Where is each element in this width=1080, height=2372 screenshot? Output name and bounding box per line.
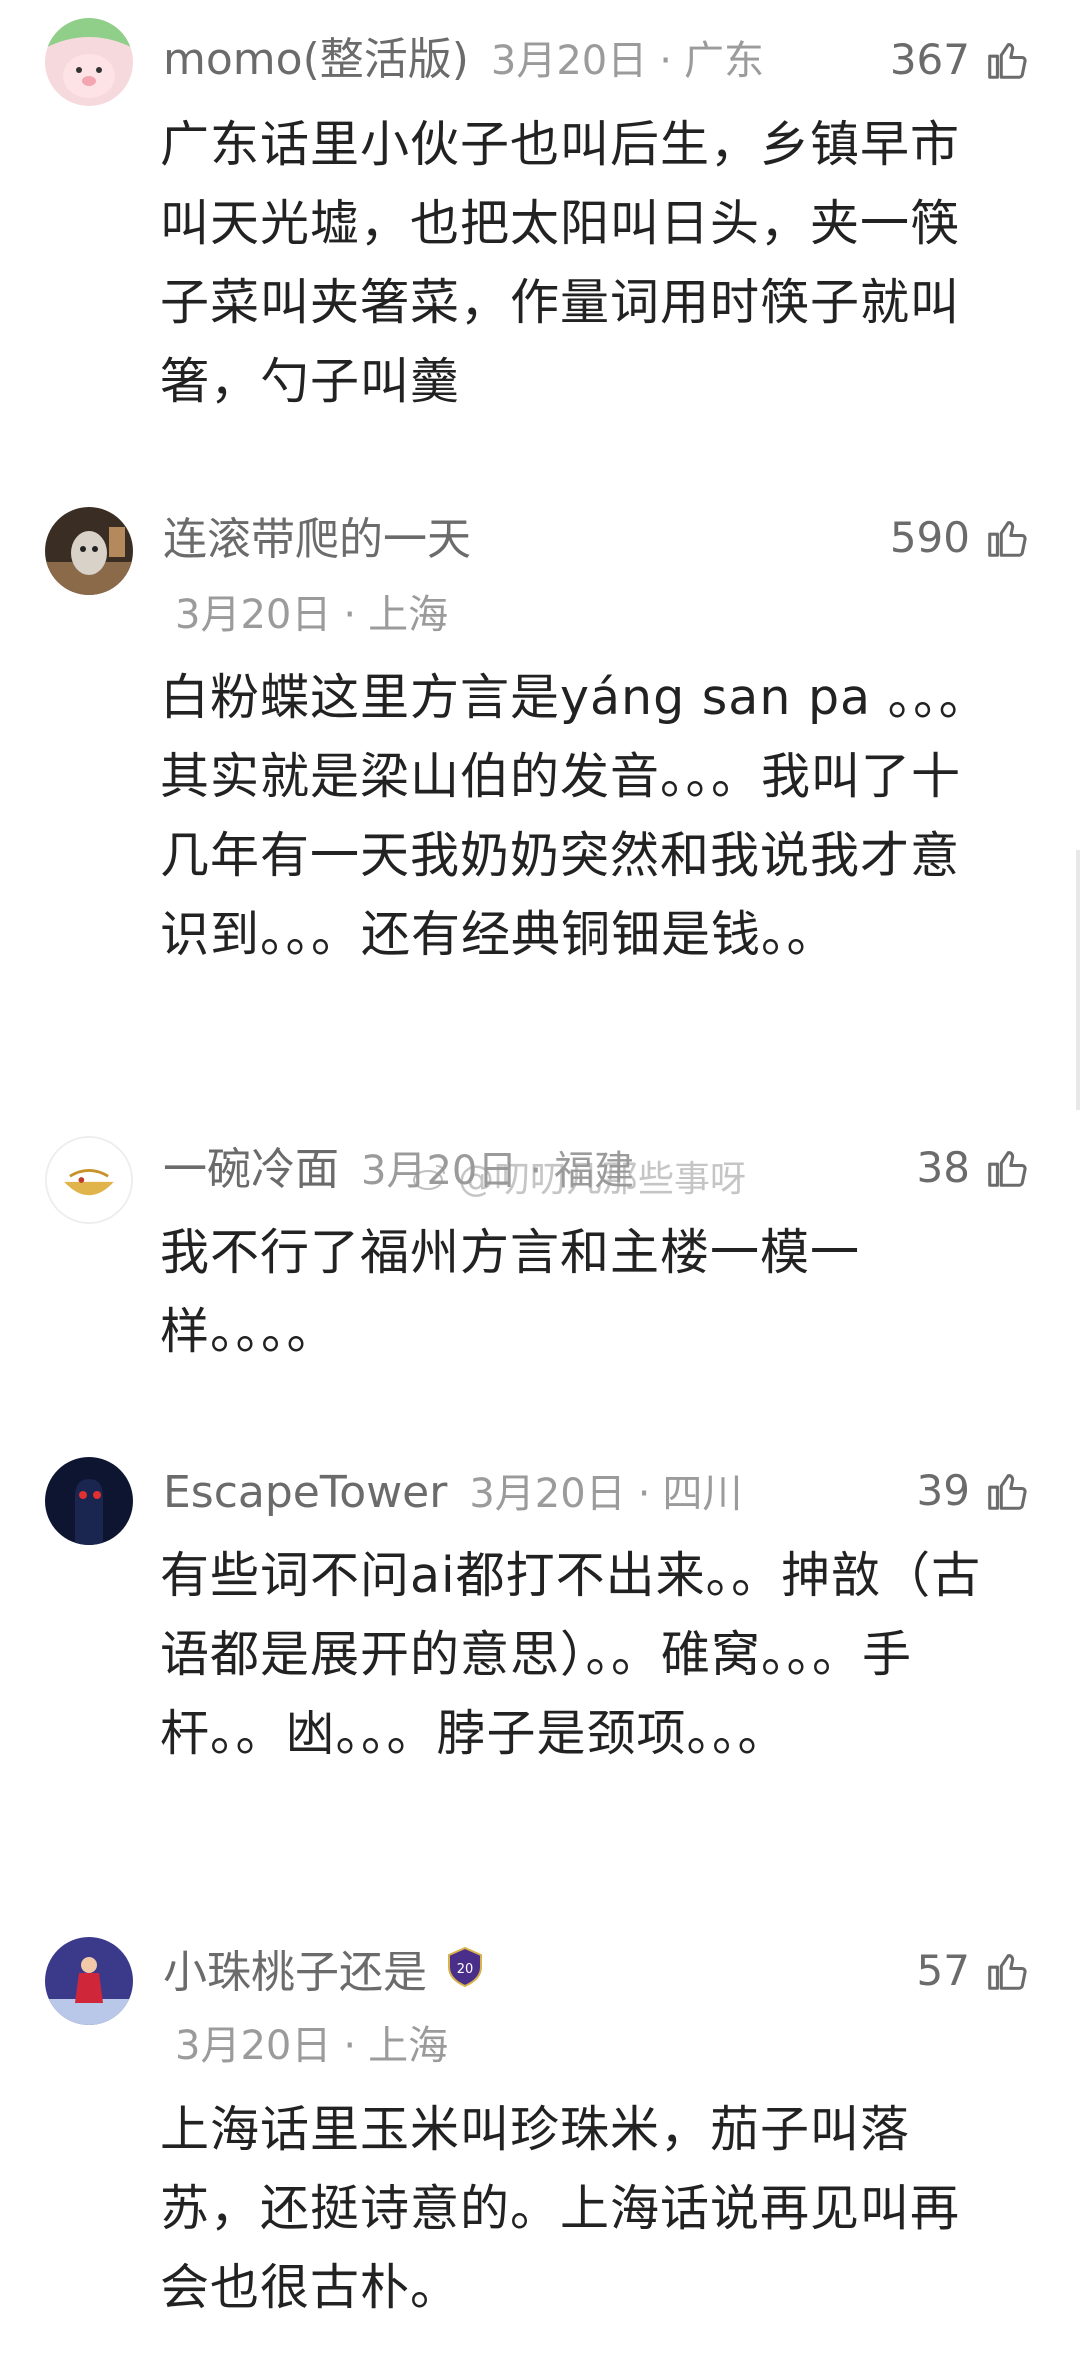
comment-header: momo(整活版) 3月20日 · 广东 [163, 30, 764, 90]
avatar-figure-icon [45, 1457, 133, 1545]
separator-dot: · [343, 592, 357, 638]
separator-dot: · [659, 38, 672, 84]
weibo-logo-icon [413, 1165, 445, 1190]
thumbs-up-icon [988, 521, 1027, 557]
avatar[interactable] [45, 1457, 133, 1545]
like-count: 38 [916, 1143, 970, 1192]
comment-date: 3月20日 [490, 38, 648, 84]
username[interactable]: momo(整活版) [163, 34, 469, 85]
comment-location: 上海 [368, 592, 449, 638]
separator-dot: · [343, 2023, 357, 2069]
thumbs-up-icon [988, 43, 1027, 79]
comment-text: 我不行了福州方言和主楼一模一样。。。。 [160, 1224, 861, 1360]
comment-location: 广东 [683, 38, 764, 84]
username[interactable]: 小珠桃子还是 [163, 1947, 427, 1998]
comment-text: 广东话里小伙子也叫后生，乡镇早市叫天光墟，也把太阳叫日头，夹一筷子菜叫夹箸菜，作… [160, 116, 961, 410]
avatar-bowl-icon [47, 1138, 131, 1222]
comment-text: 白粉蝶这里方言是yáng san pa 。。。其实就是梁山伯的发音。。。我叫了十… [160, 669, 989, 963]
avatar[interactable] [45, 18, 133, 106]
comment-header: EscapeTower 3月20日 · 四川 [163, 1463, 742, 1523]
username[interactable]: 一碗冷面 [163, 1144, 339, 1195]
like-button[interactable]: 367 [890, 30, 1030, 90]
like-count: 367 [889, 35, 970, 84]
badge-shield-icon: 20 [448, 1946, 482, 1988]
comment-location: 四川 [662, 1471, 743, 1517]
avatar-skater-icon [45, 1937, 133, 2025]
avatar[interactable] [45, 1937, 133, 2025]
comment-date: 3月20日 [175, 2023, 332, 2069]
username[interactable]: 连滚带爬的一天 [163, 514, 471, 565]
username[interactable]: EscapeTower [163, 1467, 447, 1518]
comment-location: 上海 [368, 2023, 449, 2069]
like-count: 39 [916, 1466, 970, 1515]
comment-text: 有些词不问ai都打不出来。。抻敨（古语都是展开的意思）。。碓窝。。。手杆。。凼。… [160, 1547, 982, 1762]
thumbs-up-icon [988, 1954, 1027, 1990]
level-badge: 20 [443, 1945, 487, 2005]
comment-header: 连滚带爬的一天 [163, 510, 471, 570]
avatar-pig-icon [45, 18, 133, 106]
like-button[interactable]: 39 [917, 1461, 1030, 1521]
avatar-cat-icon [45, 507, 133, 595]
comment-date: 3月20日 [469, 1471, 626, 1517]
like-button[interactable]: 590 [890, 508, 1030, 568]
comment-header: 小珠桃子还是 20 [163, 1943, 487, 2003]
comment-meta: 3月20日 · 上海 [175, 2018, 448, 2074]
avatar[interactable] [45, 1136, 133, 1224]
comment-text: 上海话里玉米叫珍珠米，茄子叫落苏，还挺诗意的。上海话说再见叫再会也很古朴。 [160, 2101, 961, 2316]
like-count: 57 [916, 1946, 970, 1995]
thumbs-up-icon [988, 1474, 1027, 1510]
scrollbar[interactable] [1076, 850, 1080, 1110]
watermark: @叨叨几那些事呀 [410, 1150, 746, 1202]
thumbs-up-icon [988, 1151, 1027, 1187]
separator-dot: · [637, 1471, 651, 1517]
like-button[interactable]: 57 [917, 1941, 1030, 2001]
comment-date: 3月20日 [175, 592, 332, 638]
like-count: 590 [889, 513, 970, 562]
like-button[interactable]: 38 [917, 1138, 1030, 1198]
watermark-text: @叨叨几那些事呀 [458, 1159, 747, 1200]
badge-number: 20 [457, 1962, 474, 1977]
avatar[interactable] [45, 507, 133, 595]
comment-meta: 3月20日 · 上海 [175, 587, 448, 643]
